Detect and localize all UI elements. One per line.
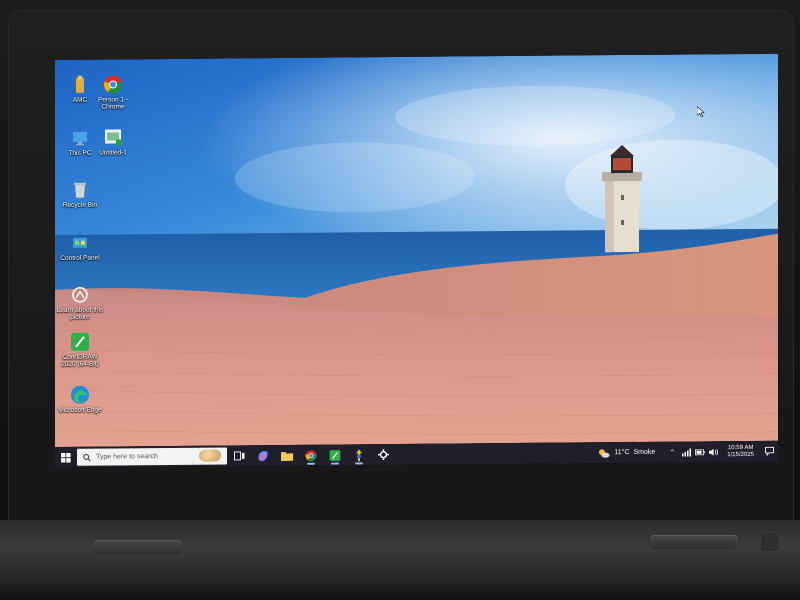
weather-icon — [599, 448, 610, 458]
taskbar-chrome[interactable] — [299, 445, 323, 466]
chevron-up-icon[interactable]: ⌃ — [667, 447, 677, 457]
desktop-wallpaper — [55, 53, 778, 447]
coreldraw-icon — [329, 449, 341, 461]
taskbar-app[interactable] — [347, 444, 371, 465]
clock[interactable]: 10:59 AM 1/15/2025 — [721, 444, 760, 458]
taskbar-settings[interactable] — [371, 444, 395, 465]
clock-time: 10:59 AM — [727, 444, 754, 451]
desktop-icon-recycle-bin[interactable]: Recycle Bin — [55, 180, 105, 209]
gear-icon — [377, 449, 389, 461]
coreldraw-icon — [70, 332, 90, 352]
screen: AMC Person 1 - Chrome This PC Untitled-1… — [55, 53, 778, 468]
chrome-icon — [103, 74, 123, 94]
notification-button[interactable] — [760, 446, 778, 456]
desktop-icon-chrome-profile[interactable]: Person 1 - Chrome — [88, 74, 138, 111]
laptop-hinge — [0, 520, 800, 600]
chrome-icon — [305, 449, 317, 461]
mouse-cursor-icon — [697, 106, 705, 118]
taskbar-coreldraw[interactable] — [323, 444, 347, 465]
hinge-left — [94, 540, 182, 554]
desktop-icon-control-panel[interactable]: Control Panel — [55, 233, 105, 262]
start-button[interactable] — [55, 447, 77, 468]
folder-icon — [70, 75, 90, 95]
edge-icon — [70, 385, 90, 405]
copilot-icon — [258, 450, 268, 461]
search-placeholder: Type here to search — [96, 453, 158, 461]
file-explorer-icon — [281, 451, 293, 461]
search-box[interactable]: Type here to search — [77, 447, 227, 466]
app-icon — [356, 448, 362, 461]
computer-icon — [70, 128, 90, 148]
document-icon — [103, 127, 123, 147]
desktop-icon-edge[interactable]: Microsoft Edge — [55, 385, 105, 414]
weather-temp: 11°C — [614, 448, 630, 457]
hinge-button — [760, 532, 780, 552]
control-panel-icon — [70, 233, 90, 253]
camera-icon — [70, 285, 90, 305]
weather-widget[interactable]: 11°C Smoke — [598, 447, 665, 458]
taskbar-copilot[interactable] — [251, 445, 275, 466]
weather-condition: Smoke — [633, 448, 656, 456]
search-icon — [83, 453, 91, 462]
desktop-icon-learn-picture[interactable]: Learn about this picture — [55, 285, 105, 321]
system-tray: 11°C Smoke ⌃ 10:59 AM 1/15/2025 — [598, 441, 778, 464]
desktop-icon-untitled[interactable]: Untitled-1 — [88, 127, 138, 157]
battery-icon[interactable] — [695, 447, 706, 457]
windows-icon — [61, 452, 71, 463]
recycle-bin-icon — [70, 180, 90, 200]
clock-date: 1/15/2025 — [727, 451, 754, 458]
hinge-right — [650, 535, 738, 549]
taskbar-file-explorer[interactable] — [275, 445, 299, 466]
task-view-icon — [233, 451, 244, 461]
volume-icon[interactable] — [709, 447, 719, 457]
search-highlight-icon — [199, 449, 221, 462]
desktop-icon-coreldraw[interactable]: CorelDRAW 2020 (64-Bit) — [55, 332, 105, 368]
taskbar-task-view[interactable] — [227, 445, 251, 466]
notification-icon — [764, 446, 774, 456]
network-icon[interactable] — [681, 447, 691, 457]
